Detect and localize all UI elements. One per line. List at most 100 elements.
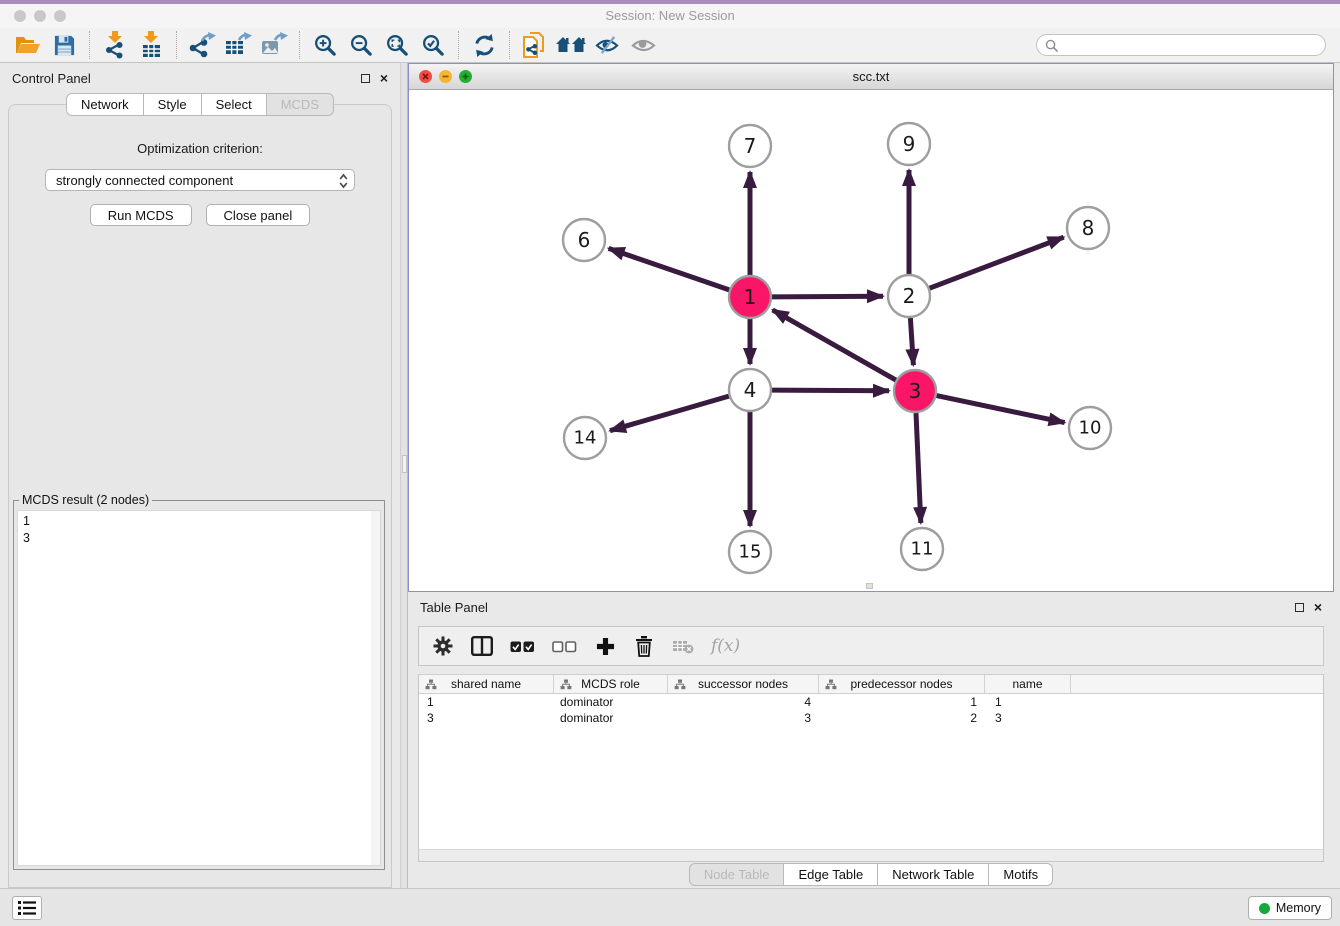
table-cell[interactable]: 3 [985, 711, 1071, 725]
table-cell[interactable]: 4 [668, 695, 819, 709]
zoom-fit-button[interactable] [379, 30, 415, 60]
result-scrollbar[interactable] [371, 511, 380, 865]
table-horizontal-scrollbar[interactable] [419, 849, 1323, 861]
tab-edge-table[interactable]: Edge Table [784, 863, 878, 886]
table-cell[interactable]: 3 [668, 711, 819, 725]
graph-node-6[interactable]: 6 [563, 219, 605, 261]
tab-style[interactable]: Style [144, 93, 202, 116]
minimize-window-button[interactable] [34, 10, 46, 22]
zoom-out-button[interactable] [343, 30, 379, 60]
graph-edge-1-2[interactable] [772, 296, 883, 297]
close-window-button[interactable] [14, 10, 26, 22]
table-cell[interactable]: dominator [554, 695, 668, 709]
table-cell[interactable]: 1 [419, 695, 554, 709]
table-cell[interactable]: 1 [819, 695, 985, 709]
import-table-button[interactable] [133, 30, 169, 60]
graph-node-3[interactable]: 3 [894, 370, 936, 412]
tab-node-table[interactable]: Node Table [689, 863, 785, 886]
graph-edge-3-1[interactable] [773, 310, 896, 380]
panel-splitter[interactable] [400, 63, 408, 888]
import-network-button[interactable] [97, 30, 133, 60]
run-mcds-button[interactable]: Run MCDS [90, 204, 192, 226]
table-settings-button[interactable] [432, 633, 454, 659]
search-input[interactable] [1064, 38, 1317, 52]
graph-node-7[interactable]: 7 [729, 125, 771, 167]
graph-node-10[interactable]: 10 [1069, 407, 1111, 449]
zoom-selected-button[interactable] [415, 30, 451, 60]
graph-node-4[interactable]: 4 [729, 369, 771, 411]
graph-node-14[interactable]: 14 [564, 417, 606, 459]
maximize-window-button[interactable] [54, 10, 66, 22]
column-header-MCDS-role[interactable]: MCDS role [554, 675, 668, 693]
tab-network[interactable]: Network [66, 93, 144, 116]
table-cell[interactable]: 2 [819, 711, 985, 725]
graph-edge-4-14[interactable] [610, 396, 729, 431]
export-table-button[interactable] [220, 30, 256, 60]
apply-layout-button[interactable] [466, 30, 502, 60]
task-history-button[interactable] [12, 896, 42, 920]
graph-node-1[interactable]: 1 [729, 276, 771, 318]
close-table-panel-icon[interactable]: × [1314, 602, 1322, 612]
tab-mcds[interactable]: MCDS [267, 93, 334, 116]
close-panel-button[interactable]: Close panel [206, 204, 311, 226]
search-field[interactable] [1036, 34, 1326, 56]
close-panel-icon[interactable]: × [380, 73, 388, 83]
show-all-button[interactable] [625, 30, 661, 60]
duplicate-network-button[interactable] [517, 30, 553, 60]
graph-edge-2-3[interactable] [910, 318, 913, 365]
open-session-button[interactable] [10, 30, 46, 60]
graph-edge-1-6[interactable] [609, 248, 730, 290]
criterion-select[interactable]: strongly connected component [45, 169, 355, 191]
canvas-scroll-grip[interactable] [866, 583, 873, 589]
graph-edge-3-11[interactable] [916, 413, 921, 523]
graph-edge-3-10[interactable] [937, 396, 1065, 423]
memory-label: Memory [1276, 901, 1321, 915]
table-cell[interactable]: 3 [419, 711, 554, 725]
float-panel-icon[interactable] [361, 74, 370, 83]
memory-button[interactable]: Memory [1248, 896, 1332, 920]
network-close-button[interactable] [419, 70, 432, 83]
column-header-shared-name[interactable]: shared name [419, 675, 554, 693]
table-row[interactable]: 3dominator323 [419, 710, 1323, 726]
graph-node-15[interactable]: 15 [729, 531, 771, 573]
memory-status-icon [1259, 903, 1270, 914]
node-table[interactable]: shared nameMCDS rolesuccessor nodesprede… [418, 674, 1324, 862]
mcds-result-list[interactable]: 13 [17, 510, 381, 866]
delete-table-button[interactable] [672, 633, 694, 659]
export-network-button[interactable] [184, 30, 220, 60]
graph-node-8[interactable]: 8 [1067, 207, 1109, 249]
splitter-grip[interactable] [402, 455, 407, 473]
network-canvas[interactable]: 7 9 6 8 1 2 4 3 14 10 15 11 [409, 90, 1333, 591]
tab-select[interactable]: Select [202, 93, 267, 116]
graph-node-9[interactable]: 9 [888, 123, 930, 165]
column-header-predecessor-nodes[interactable]: predecessor nodes [819, 675, 985, 693]
column-header-name[interactable]: name [985, 675, 1071, 693]
apply-function-button[interactable]: f(x) [711, 633, 740, 659]
deselect-all-rows-button[interactable] [552, 633, 577, 659]
export-image-button[interactable] [256, 30, 292, 60]
first-neighbors-button[interactable] [553, 30, 589, 60]
table-row[interactable]: 1dominator411 [419, 694, 1323, 710]
graph-node-2[interactable]: 2 [888, 275, 930, 317]
graph-node-11[interactable]: 11 [901, 528, 943, 570]
network-zoom-button[interactable] [459, 70, 472, 83]
column-header-successor-nodes[interactable]: successor nodes [668, 675, 819, 693]
add-column-button[interactable] [594, 633, 616, 659]
network-window-titlebar[interactable]: scc.txt [409, 64, 1333, 90]
graph-edge-2-8[interactable] [930, 237, 1064, 288]
tab-network-table[interactable]: Network Table [878, 863, 989, 886]
tab-motifs[interactable]: Motifs [989, 863, 1053, 886]
network-minimize-button[interactable] [439, 70, 452, 83]
svg-text:9: 9 [903, 132, 916, 156]
table-cell[interactable]: dominator [554, 711, 668, 725]
graph-edge-4-3[interactable] [772, 390, 889, 391]
houses-icon [556, 34, 586, 56]
table-cell[interactable]: 1 [985, 695, 1071, 709]
hide-selected-button[interactable] [589, 30, 625, 60]
show-columns-button[interactable] [471, 633, 493, 659]
zoom-in-button[interactable] [307, 30, 343, 60]
float-table-panel-icon[interactable] [1295, 603, 1304, 612]
delete-column-button[interactable] [633, 633, 655, 659]
save-session-button[interactable] [46, 30, 82, 60]
select-all-rows-button[interactable] [510, 633, 535, 659]
